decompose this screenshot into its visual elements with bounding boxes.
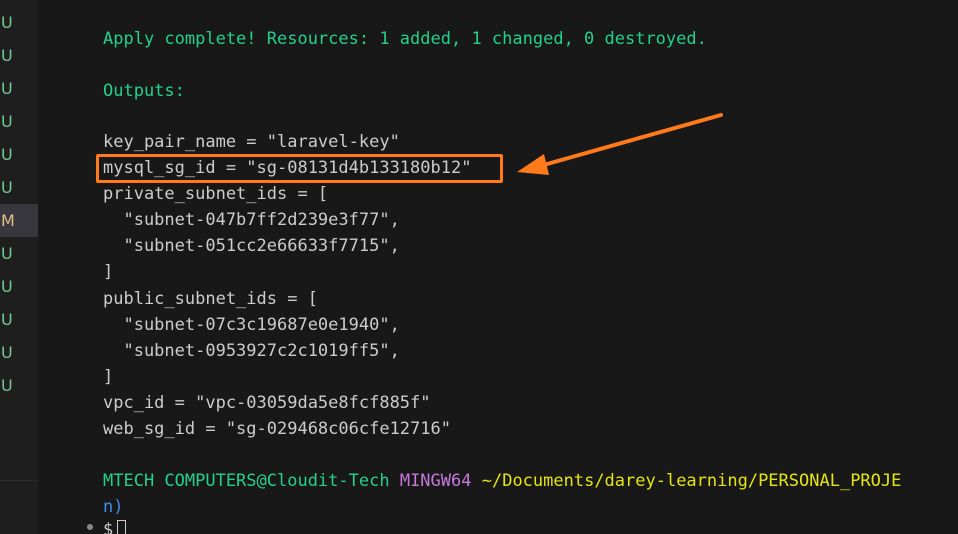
terminal-screenshot: U U U U U U M U U U U U Apply complete! … (0, 0, 958, 534)
annotation-arrow-icon (517, 113, 723, 175)
